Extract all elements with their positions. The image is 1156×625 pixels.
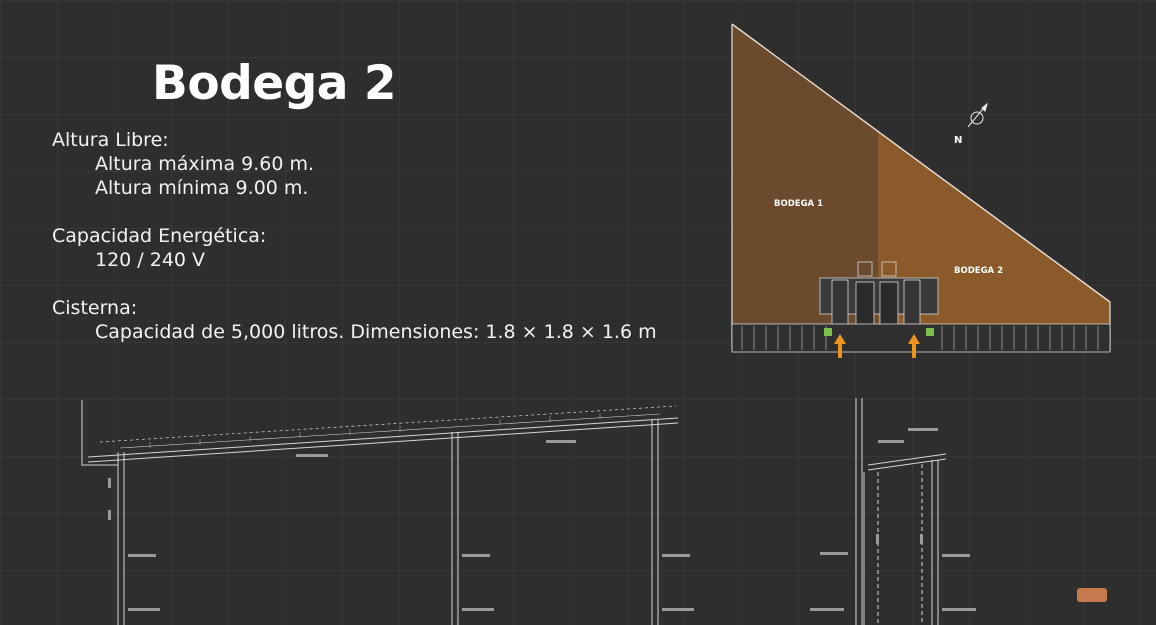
north-label: N (954, 135, 962, 146)
cisterna-value: Capacidad de 5,000 litros. Dimensiones: … (95, 321, 657, 343)
bodega-1-label: BODEGA 1 (774, 199, 823, 209)
specs-block: Altura Libre: Altura máxima 9.60 m. Altu… (52, 128, 657, 368)
page-title: Bodega 2 (152, 56, 397, 111)
green-marker-2 (926, 328, 934, 336)
energia-label: Capacidad Energética: (52, 225, 267, 247)
bodega-2-label: BODEGA 2 (954, 266, 1003, 276)
altura-label: Altura Libre: (52, 129, 169, 151)
right-roof-line (867, 453, 947, 466)
altura-section: Altura Libre: Altura máxima 9.60 m. Altu… (52, 128, 657, 200)
main-roof-line-2 (87, 422, 679, 463)
cisterna-section: Cisterna: Capacidad de 5,000 litros. Dim… (52, 296, 657, 344)
altura-min: Altura mínima 9.00 m. (95, 177, 309, 199)
energia-section: Capacidad Energética: 120 / 240 V (52, 224, 657, 272)
annotation-marks (108, 428, 976, 611)
north-arrow-icon (967, 102, 988, 128)
parking-strip (731, 323, 1111, 353)
right-roof-line-2 (867, 458, 947, 471)
corner-badge (1077, 588, 1107, 602)
section-elevation-drawing (81, 398, 976, 625)
altura-max: Altura máxima 9.60 m. (95, 153, 315, 175)
energia-value: 120 / 240 V (95, 249, 206, 271)
main-roof-line (87, 417, 679, 458)
roof-dimension-line-2 (119, 413, 661, 449)
site-plan-diagram: BODEGA 1 BODEGA 2 N (731, 23, 1111, 358)
green-marker-1 (824, 328, 832, 336)
cisterna-label: Cisterna: (52, 297, 138, 319)
